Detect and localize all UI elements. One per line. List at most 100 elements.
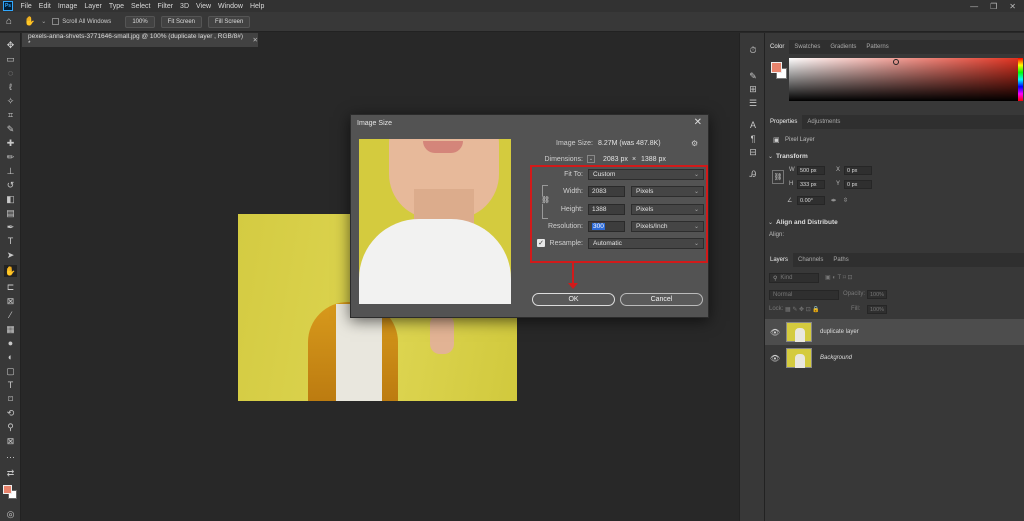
layer-filter-kind[interactable]: ⚲ Kind <box>769 273 819 283</box>
tab-adjustments[interactable]: Adjustments <box>802 115 845 129</box>
link-icon[interactable]: ⛓ <box>772 170 784 184</box>
menu-help[interactable]: Help <box>246 3 267 10</box>
dodge-tool-icon[interactable]: ◐ <box>4 351 17 363</box>
opacity-input[interactable]: 100% <box>867 290 887 299</box>
tab-layers[interactable]: Layers <box>765 253 794 267</box>
foreground-color-swatch[interactable] <box>3 485 12 494</box>
quick-mask-icon[interactable]: ◎ <box>4 508 17 520</box>
h-input[interactable]: 333 px <box>797 180 825 189</box>
brush-tool-icon[interactable]: ✏ <box>4 151 17 163</box>
y-input[interactable]: 0 px <box>844 180 872 189</box>
hand-tool-icon[interactable]: ✋ <box>4 265 17 277</box>
grid-icon[interactable]: ⊞ <box>747 83 759 95</box>
crop-icon[interactable]: ⊏ <box>4 281 17 293</box>
chevron-down-icon[interactable]: ⌄ <box>768 153 773 160</box>
tab-channels[interactable]: Channels <box>793 253 828 267</box>
paragraph-icon[interactable]: ¶ <box>747 133 759 145</box>
color-picker-cursor[interactable] <box>893 59 899 65</box>
menu-layer[interactable]: Layer <box>81 3 106 10</box>
eyedropper-tool-icon[interactable]: ⁄ <box>4 309 17 321</box>
magic-wand-icon[interactable]: ✧ <box>4 95 17 107</box>
chevron-down-icon[interactable]: ⌄ <box>768 219 773 226</box>
frame-tool-icon[interactable]: ⌑ <box>4 393 17 405</box>
fit-screen-button[interactable]: Fit Screen <box>160 15 203 28</box>
brush-settings-icon[interactable]: ✎ <box>747 70 759 82</box>
healing-brush-icon[interactable]: ✚ <box>4 137 17 149</box>
glyphs-panel-icon[interactable]: Ꭿ <box>747 168 759 180</box>
angle-input[interactable]: 0.00° <box>797 196 825 205</box>
eye-icon[interactable]: 👁 <box>768 328 782 337</box>
gradient-tool-icon[interactable]: ▤ <box>4 207 17 219</box>
flip-horizontal-icon[interactable]: ⇹ <box>831 197 836 204</box>
color-panel-foreground-swatch[interactable] <box>771 62 782 73</box>
chevron-down-icon[interactable]: ⌄ <box>41 18 46 25</box>
crop-tool-icon[interactable]: ⌗ <box>4 109 17 121</box>
slice-tool-icon[interactable]: ⊠ <box>4 295 17 307</box>
text-tool-icon[interactable]: T <box>4 379 17 391</box>
scroll-all-windows-checkbox[interactable]: Scroll All Windows <box>52 18 111 25</box>
close-icon[interactable]: ✕ <box>1009 2 1016 11</box>
zoom-100-button[interactable]: 100% <box>125 15 155 28</box>
menu-image[interactable]: Image <box>54 3 80 10</box>
smudge-tool-icon[interactable]: ● <box>4 337 17 349</box>
adjust-sliders-icon[interactable]: ☰ <box>747 97 759 109</box>
path-selection-icon[interactable]: ➤ <box>4 249 17 261</box>
marquee-tool-icon[interactable]: ◌ <box>4 67 17 79</box>
type-tool-icon[interactable]: T <box>4 235 17 247</box>
pen-tool-icon[interactable]: ✒ <box>4 221 17 233</box>
color-picker-field[interactable] <box>789 58 1021 101</box>
tab-color[interactable]: Color <box>765 40 790 54</box>
artboard-tool-icon[interactable]: ▭ <box>4 53 17 65</box>
filter-pixel-icon[interactable]: ▣ ◐ T ⌑ ⊡ <box>825 274 853 281</box>
menu-file[interactable]: File <box>17 3 35 10</box>
dimensions-dropdown-icon[interactable]: ⌄ <box>587 155 595 163</box>
document-tab[interactable]: pexels-anna-shvets-3771646-small.jpg @ 1… <box>22 33 258 47</box>
glyph-icon[interactable]: ⊟ <box>747 146 759 158</box>
minimize-icon[interactable]: — <box>970 2 978 11</box>
flip-vertical-icon[interactable]: ⇳ <box>843 197 848 204</box>
hand-tool-icon[interactable]: ✋ <box>24 16 35 27</box>
home-icon[interactable]: ⌂ <box>6 16 12 27</box>
menu-edit[interactable]: Edit <box>35 3 54 10</box>
image-preview[interactable] <box>359 139 511 304</box>
gear-icon[interactable]: ⚙ <box>691 139 698 148</box>
zoom-tool-icon[interactable]: ⚲ <box>4 421 17 433</box>
swap-colors-icon[interactable]: ⇄ <box>4 467 17 479</box>
layer-row[interactable]: 👁 duplicate layer <box>765 319 1024 345</box>
cancel-button[interactable]: Cancel <box>620 293 703 306</box>
tab-paths[interactable]: Paths <box>828 253 853 267</box>
rectangle-tool-icon[interactable]: ▢ <box>4 365 17 377</box>
eyedropper-icon[interactable]: ✎ <box>4 123 17 135</box>
menu-3d[interactable]: 3D <box>177 3 193 10</box>
maximize-icon[interactable]: ❐ <box>990 2 997 11</box>
layer-row[interactable]: 👁 Background <box>765 345 1024 371</box>
blend-mode-select[interactable]: Normal <box>769 290 839 300</box>
eraser-tool-icon[interactable]: ◧ <box>4 193 17 205</box>
menu-view[interactable]: View <box>193 3 215 10</box>
dialog-close-icon[interactable]: ✕ <box>694 117 702 128</box>
fill-screen-button[interactable]: Fill Screen <box>208 15 251 28</box>
history-brush-icon[interactable]: ↺ <box>4 179 17 191</box>
character-icon[interactable]: A <box>747 119 759 131</box>
lock-icons[interactable]: ▦ ✎ ✥ ⊡ 🔒 <box>785 306 820 313</box>
more-tools-icon[interactable]: ⋯ <box>4 451 17 463</box>
tab-patterns[interactable]: Patterns <box>861 40 893 54</box>
lasso-tool-icon[interactable]: ℓ <box>4 81 17 93</box>
x-box-icon[interactable]: ⊠ <box>4 435 17 447</box>
w-input[interactable]: 500 px <box>797 166 825 175</box>
menu-window[interactable]: Window <box>215 3 247 10</box>
bandage-tool-icon[interactable]: ▦ <box>4 323 17 335</box>
tab-gradients[interactable]: Gradients <box>825 40 861 54</box>
history-icon[interactable]: ⏱ <box>747 44 759 56</box>
rotate-view-icon[interactable]: ⟲ <box>4 407 17 419</box>
menu-filter[interactable]: Filter <box>154 3 177 10</box>
eye-icon[interactable]: 👁 <box>768 354 782 363</box>
hue-slider[interactable] <box>1018 58 1023 101</box>
ok-button[interactable]: OK <box>532 293 615 306</box>
stamp-tool-icon[interactable]: ⊥ <box>4 165 17 177</box>
tab-swatches[interactable]: Swatches <box>789 40 825 54</box>
tab-close-icon[interactable]: ✕ <box>253 36 258 44</box>
tab-properties[interactable]: Properties <box>765 115 803 129</box>
move-tool-icon[interactable]: ✥ <box>4 39 17 51</box>
menu-select[interactable]: Select <box>128 3 154 10</box>
